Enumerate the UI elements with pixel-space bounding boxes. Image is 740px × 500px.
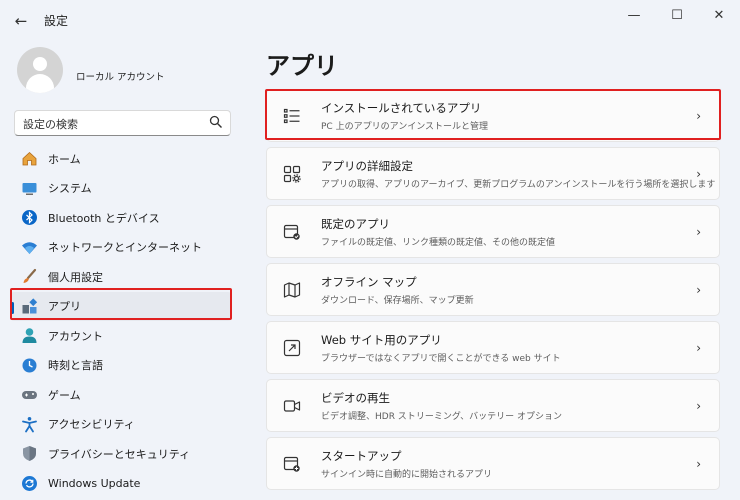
card-title: オフライン マップ [321, 275, 417, 289]
shield-icon [21, 445, 38, 462]
video-icon [283, 400, 301, 412]
highlight-apps-nav [10, 288, 232, 320]
avatar-body [26, 74, 54, 93]
card-subtitle: サインイン時に自動的に開始されるアプリ [321, 470, 493, 480]
bluetooth-icon [21, 209, 38, 226]
sidebar-item-label: プライバシーとセキュリティ [48, 447, 191, 461]
sidebar-item-windows-update[interactable]: Windows Update [10, 469, 232, 499]
chevron-right-icon: › [696, 225, 701, 239]
gamepad-icon [21, 386, 38, 403]
accessibility-icon [21, 416, 38, 433]
chevron-right-icon: › [696, 167, 701, 181]
card-subtitle: アプリの取得、アプリのアーカイブ、更新プログラムのアンインストールを行う場所を選… [321, 180, 716, 190]
wifi-icon [21, 239, 38, 256]
sidebar-item-label: ネットワークとインターネット [48, 241, 202, 255]
card-subtitle: ファイルの既定値、リンク種類の既定値、その他の既定値 [321, 238, 556, 248]
card-title: Web サイト用のアプリ [321, 333, 442, 347]
sidebar-item-privacy-security[interactable]: プライバシーとセキュリティ [10, 439, 232, 469]
card-title: スタートアップ [321, 449, 402, 463]
card-subtitle: ブラウザーではなくアプリで開くことができる web サイト [321, 354, 561, 364]
update-icon [21, 475, 38, 492]
app-settings-icon [283, 165, 301, 183]
sidebar-item-label: Bluetooth とデバイス [48, 211, 160, 225]
card-offline-maps[interactable]: オフライン マップ ダウンロード、保存場所、マップ更新 › [266, 263, 720, 316]
close-button[interactable]: ✕ [707, 6, 731, 26]
default-apps-icon [283, 224, 300, 240]
sidebar-item-label: アクセシビリティ [48, 418, 135, 432]
minimize-button[interactable]: — [622, 6, 646, 26]
card-startup[interactable]: スタートアップ サインイン時に自動的に開始されるアプリ › [266, 437, 720, 490]
sidebar-item-label: ホーム [48, 152, 81, 166]
page-title: アプリ [266, 52, 338, 80]
card-title: アプリの詳細設定 [321, 159, 413, 173]
sidebar-item-bluetooth[interactable]: Bluetooth とデバイス [10, 203, 232, 233]
open-in-app-icon [283, 339, 301, 357]
card-title: ビデオの再生 [321, 391, 390, 405]
sidebar-item-label: Windows Update [48, 476, 141, 490]
settings-window: ← 設定 — ☐ ✕ ローカル アカウント 設定の検索 ホーム システム Blu… [0, 0, 740, 500]
sidebar-item-accounts[interactable]: アカウント [10, 321, 232, 351]
settings-cards: インストールされているアプリ PC 上のアプリのアンインストールと管理 › アプ… [266, 89, 720, 495]
chevron-right-icon: › [696, 283, 701, 297]
title-bar: ← 設定 — ☐ ✕ [0, 0, 740, 36]
sidebar-item-time-language[interactable]: 時刻と言語 [10, 351, 232, 381]
avatar[interactable] [17, 47, 63, 93]
profile-name[interactable]: ローカル アカウント [76, 69, 165, 83]
sidebar-item-label: アカウント [48, 329, 103, 343]
sidebar-item-gaming[interactable]: ゲーム [10, 380, 232, 410]
sidebar-item-home[interactable]: ホーム [10, 144, 232, 174]
search-placeholder: 設定の検索 [23, 118, 78, 131]
sidebar-item-label: 個人用設定 [48, 270, 103, 284]
card-default-apps[interactable]: 既定のアプリ ファイルの既定値、リンク種類の既定値、その他の既定値 › [266, 205, 720, 258]
card-advanced-app-settings[interactable]: アプリの詳細設定 アプリの取得、アプリのアーカイブ、更新プログラムのアンインスト… [266, 147, 720, 200]
home-icon [21, 150, 38, 167]
card-subtitle: ダウンロード、保存場所、マップ更新 [321, 296, 474, 306]
back-button[interactable]: ← [10, 10, 32, 32]
card-apps-for-websites[interactable]: Web サイト用のアプリ ブラウザーではなくアプリで開くことができる web サ… [266, 321, 720, 374]
chevron-right-icon: › [696, 399, 701, 413]
brush-icon [21, 268, 38, 285]
search-input[interactable]: 設定の検索 [14, 110, 231, 136]
sidebar-item-label: システム [48, 182, 92, 196]
account-icon [21, 327, 38, 344]
card-video-playback[interactable]: ビデオの再生 ビデオ調整、HDR ストリーミング、バッテリー オプション › [266, 379, 720, 432]
clock-icon [21, 357, 38, 374]
system-icon [21, 180, 38, 197]
map-icon [283, 282, 301, 298]
chevron-right-icon: › [696, 341, 701, 355]
highlight-installed-apps [265, 89, 721, 140]
sidebar-item-network[interactable]: ネットワークとインターネット [10, 233, 232, 263]
search-icon[interactable] [209, 115, 223, 129]
chevron-right-icon: › [696, 457, 701, 471]
sidebar-item-label: ゲーム [48, 388, 81, 402]
sidebar-item-label: 時刻と言語 [48, 359, 103, 373]
maximize-button[interactable]: ☐ [665, 6, 689, 26]
sidebar-nav: ホーム システム Bluetooth とデバイス ネットワークとインターネット … [10, 144, 232, 498]
avatar-head [33, 57, 47, 71]
startup-icon [283, 456, 300, 472]
sidebar-item-accessibility[interactable]: アクセシビリティ [10, 410, 232, 440]
sidebar-item-system[interactable]: システム [10, 174, 232, 204]
card-title: 既定のアプリ [321, 217, 390, 231]
app-title: 設定 [44, 14, 69, 28]
card-subtitle: ビデオ調整、HDR ストリーミング、バッテリー オプション [321, 412, 563, 422]
